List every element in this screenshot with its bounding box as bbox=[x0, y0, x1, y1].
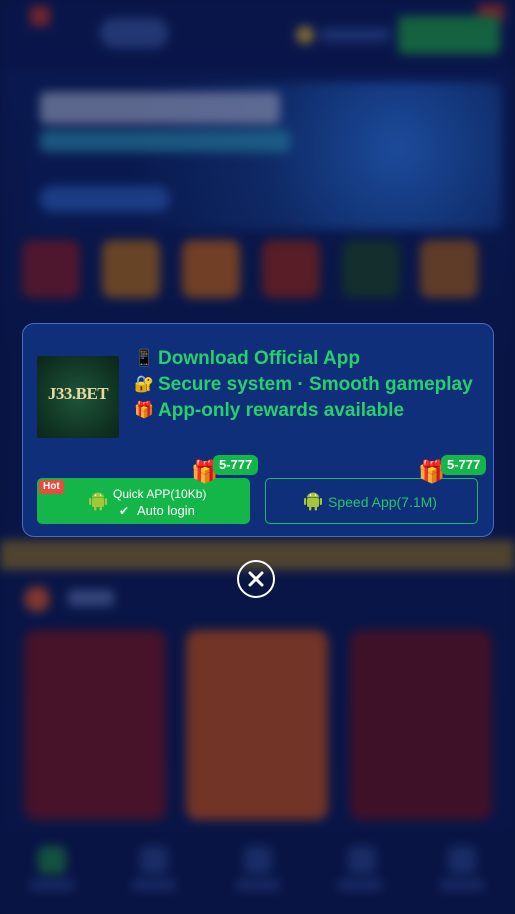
download-app-popup: J33.BET 📱 Download Official App 🔐 Secure… bbox=[22, 323, 494, 537]
mobile-phone-icon: 📱 bbox=[134, 350, 154, 367]
check-icon: ✔ bbox=[119, 503, 130, 518]
hot-badge: Hot bbox=[39, 480, 64, 494]
app-logo-text: J33.BET bbox=[47, 384, 109, 403]
feature-line-secure: 🔐 Secure system · Smooth gameplay bbox=[134, 372, 484, 398]
gift-icon: 🎁 bbox=[134, 402, 154, 419]
reward-badge: 5-777 bbox=[441, 455, 487, 475]
speed-app-label: Speed App(7.1M) bbox=[328, 494, 437, 510]
feature-text: Download Official App bbox=[158, 348, 360, 369]
feature-text: Secure system · Smooth gameplay bbox=[158, 374, 473, 395]
speed-app-button[interactable]: Speed App(7.1M) bbox=[265, 478, 478, 524]
close-icon bbox=[248, 571, 264, 587]
close-button[interactable] bbox=[237, 560, 275, 598]
feature-line-rewards: 🎁 App-only rewards available bbox=[134, 398, 484, 424]
app-logo: J33.BET bbox=[37, 356, 119, 438]
lock-icon: 🔐 bbox=[134, 376, 154, 393]
auto-login-text: Auto login bbox=[137, 503, 195, 518]
feature-line-download: 📱 Download Official App bbox=[134, 346, 484, 372]
quick-app-title: Quick APP(10Kb) bbox=[113, 487, 207, 501]
feature-list: 📱 Download Official App 🔐 Secure system … bbox=[134, 346, 484, 424]
quick-app-button[interactable]: Hot Quick APP(10Kb) ✔ Auto login bbox=[37, 478, 250, 524]
feature-text: App-only rewards available bbox=[158, 400, 405, 421]
android-icon bbox=[89, 492, 107, 511]
android-icon bbox=[304, 492, 322, 511]
auto-login-label: ✔ Auto login bbox=[119, 503, 195, 518]
reward-badge: 5-777 bbox=[213, 455, 259, 475]
